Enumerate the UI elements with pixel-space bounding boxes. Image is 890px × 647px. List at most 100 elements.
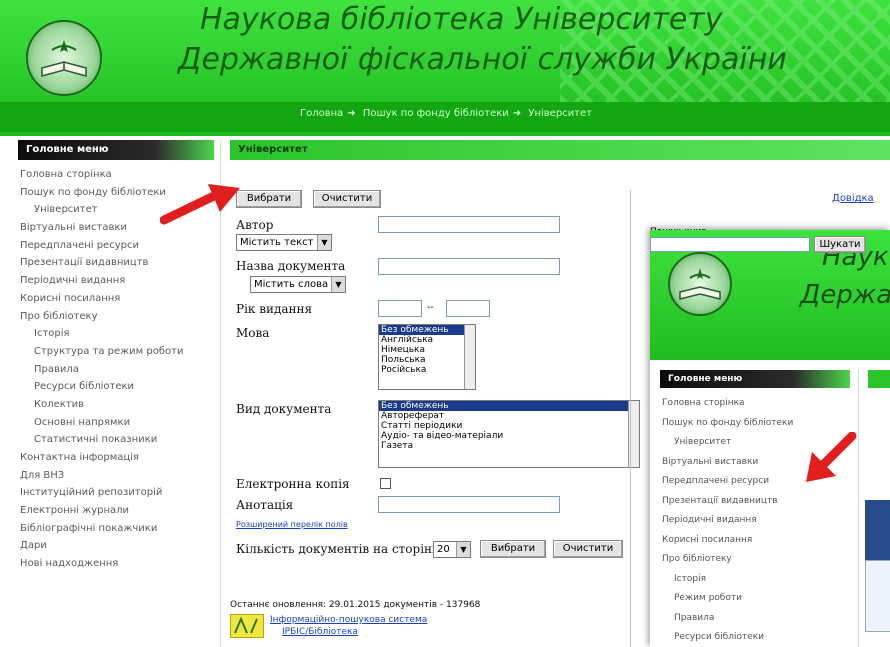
listbox-option[interactable]: Німецька: [379, 345, 475, 355]
inset-sidebar-item: Пошук по фонду бібліотеки: [662, 417, 794, 428]
sidebar-item[interactable]: Для ВНЗ: [20, 467, 220, 485]
irbis-logo-icon[interactable]: [230, 614, 264, 638]
year-separator: --: [427, 302, 434, 313]
inset-title-line2: Держа: [800, 280, 890, 310]
red-arrow-icon: [806, 432, 857, 482]
language-listbox[interactable]: Без обмежень Англійська Німецька Польська Ро…: [378, 324, 476, 390]
inset-library-logo-icon: [668, 252, 732, 316]
sidebar-item[interactable]: Статистичні показники: [20, 431, 220, 449]
inset-sidebar-item: Передплачені ресурси: [662, 476, 770, 486]
inset-sidebar-item: Головна сторінка: [662, 398, 745, 408]
inset-sidebar-item: Правила: [674, 612, 715, 623]
sidebar-item[interactable]: Бібліографічні покажчики: [20, 520, 220, 538]
sidebar-item[interactable]: Основні напрямки: [20, 414, 220, 432]
sidebar-item[interactable]: Корисні посилання: [20, 290, 220, 308]
breadcrumb: Головна ➜ Пошук по фонду бібліотеки ➜ Унів…: [300, 108, 596, 119]
sidebar-item[interactable]: Дари: [20, 537, 220, 555]
inset-main-heading: [868, 370, 890, 388]
help-link[interactable]: Довідка: [832, 193, 874, 204]
sidebar-item[interactable]: Інституційний репозиторій: [20, 484, 220, 502]
year-label: Рік видання: [236, 302, 313, 316]
title-mode-select[interactable]: Містить слова ▼: [250, 276, 346, 293]
ecopy-checkbox[interactable]: [380, 478, 391, 489]
sidebar-item[interactable]: Історія: [20, 325, 220, 343]
author-mode-value: Містить текст: [240, 237, 314, 248]
year-from-input[interactable]: [378, 300, 422, 317]
ecopy-label: Електронна копія: [236, 477, 350, 491]
site-title-line1: Наукова бібліотека Університету: [200, 2, 723, 37]
scrollbar[interactable]: [464, 325, 475, 389]
sidebar-item[interactable]: Нові надходження: [20, 555, 220, 573]
quick-search-button[interactable]: Шукати: [814, 236, 866, 253]
inset-sidebar-menu: Головна сторінка Пошук по фонду бібліотек…: [662, 394, 793, 647]
sidebar-item[interactable]: Періодичні видання: [20, 272, 220, 290]
chevron-down-icon: ▼: [456, 542, 470, 557]
library-logo-icon[interactable]: [26, 20, 102, 96]
author-mode-select[interactable]: Містить текст ▼: [236, 234, 332, 251]
select-button-bottom[interactable]: Вибрати: [480, 540, 546, 558]
listbox-option[interactable]: Статті періодики: [379, 421, 639, 431]
sidebar-item[interactable]: Структура та режим роботи: [20, 343, 220, 361]
main-heading: Університет: [230, 140, 890, 160]
sidebar-item[interactable]: Передплачені ресурси: [20, 237, 220, 255]
title-input[interactable]: [378, 258, 560, 275]
breadcrumb-university[interactable]: Університет: [528, 108, 592, 119]
language-label: Мова: [236, 326, 270, 340]
inset-sidebar-item: Ресурси бібліотеки: [674, 632, 765, 642]
inset-sidebar-item: Корисні посилання: [662, 534, 753, 545]
sidebar-item[interactable]: Правила: [20, 361, 220, 379]
title-label: Назва документа: [236, 259, 346, 273]
sidebar-item[interactable]: Колектив: [20, 396, 220, 414]
inset-sidebar-item: Віртуальні виставки: [662, 456, 759, 467]
inset-sidebar-item: Режим роботи: [674, 593, 742, 603]
annotation-input[interactable]: [378, 496, 560, 513]
red-arrow-icon: [160, 184, 240, 225]
inset-sidebar-item: Презентації видавництв: [662, 495, 778, 506]
breadcrumb-home[interactable]: Головна: [300, 108, 343, 119]
inset-sidebar-item: Університет: [674, 437, 732, 447]
year-to-input[interactable]: [446, 300, 490, 317]
listbox-option[interactable]: Польська: [379, 355, 475, 365]
arrow-right-icon: ➜: [512, 108, 522, 119]
inset-sidebar-item: Історія: [674, 573, 706, 584]
inset-panel: [865, 560, 890, 632]
stats-text: Останнє оновлення: 29.01.2015 документів…: [230, 600, 481, 610]
per-page-select[interactable]: 20 ▼: [433, 541, 471, 558]
sidebar-menu: Головна сторінка Пошук по фонду бібліотек…: [20, 166, 220, 573]
irbis-link-line2[interactable]: ІРБІС/Бібліотека: [282, 627, 358, 637]
irbis-link-line1[interactable]: Інформаційно-пошукова система: [270, 615, 427, 625]
sidebar-heading: Головне меню: [18, 140, 214, 160]
sidebar-item[interactable]: Ресурси бібліотеки: [20, 378, 220, 396]
clear-button-top[interactable]: Очистити: [313, 190, 381, 208]
doctype-listbox[interactable]: Без обмежень Автореферат Статті періодики А…: [378, 400, 640, 468]
doctype-label: Вид документа: [236, 402, 332, 416]
sidebar-item[interactable]: Електронні журнали: [20, 502, 220, 520]
sidebar-item[interactable]: Контактна інформація: [20, 449, 220, 467]
annotation-label: Анотація: [236, 498, 294, 512]
listbox-option[interactable]: Без обмежень: [379, 401, 639, 411]
inset-blue-panel: [865, 500, 890, 560]
title-mode-value: Містить слова: [254, 279, 329, 290]
listbox-option[interactable]: Без обмежень: [379, 325, 475, 335]
inset-divider: [858, 370, 859, 647]
listbox-option[interactable]: Англійська: [379, 335, 475, 345]
sidebar-item[interactable]: Презентації видавництв: [20, 254, 220, 272]
arrow-right-icon: ➜: [347, 108, 356, 119]
chevron-down-icon: ▼: [317, 235, 331, 250]
site-title-line2: Державної фіскальної служби України: [178, 42, 787, 77]
advanced-fields-link[interactable]: Розширений перелік полів: [236, 520, 348, 529]
breadcrumb-search[interactable]: Пошук по фонду бібліотеки: [363, 108, 509, 119]
listbox-option[interactable]: Газета: [379, 441, 639, 451]
select-button-top[interactable]: Вибрати: [236, 190, 302, 208]
author-input[interactable]: [378, 216, 560, 233]
listbox-option[interactable]: Аудіо- та відео-матеріали: [379, 431, 639, 441]
per-page-value: 20: [437, 544, 450, 555]
listbox-option[interactable]: Російська: [379, 365, 475, 375]
clear-button-bottom[interactable]: Очистити: [553, 540, 623, 558]
sidebar-item[interactable]: Про бібліотеку: [20, 308, 220, 326]
listbox-option[interactable]: Автореферат: [379, 411, 639, 421]
quick-search-input[interactable]: [650, 237, 810, 252]
per-page-label: Кількість документів на сторінці: [236, 542, 444, 556]
right-column-divider: [630, 190, 631, 647]
inset-sidebar-heading: Головне меню: [660, 370, 850, 388]
